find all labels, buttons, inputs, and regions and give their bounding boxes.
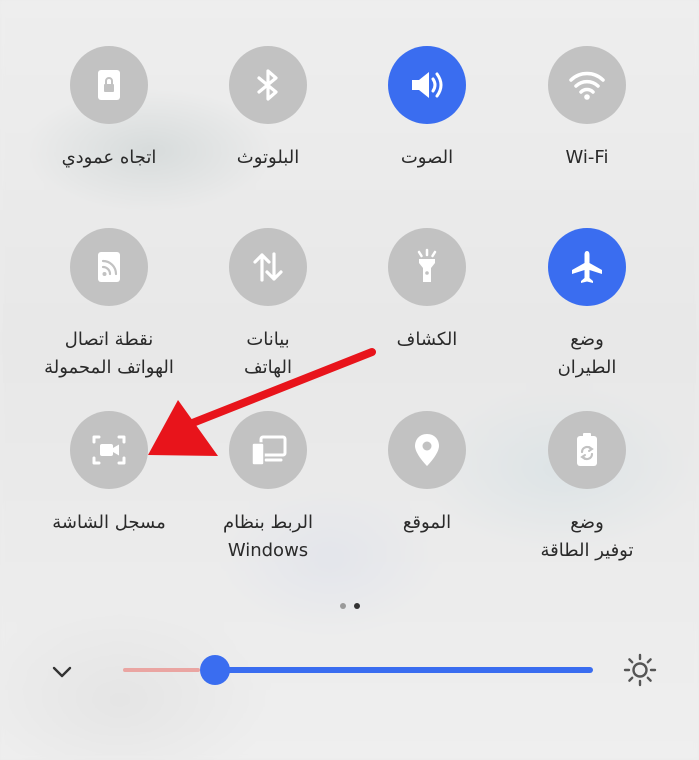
tile-portrait-orientation[interactable]: اتجاه عمودي xyxy=(34,46,184,172)
sound-button[interactable] xyxy=(388,46,466,124)
brightness-track-remaining xyxy=(215,667,593,673)
brightness-sun-icon xyxy=(623,653,657,687)
brightness-thumb[interactable] xyxy=(200,655,230,685)
flashlight-icon xyxy=(417,248,437,282)
tile-flashlight[interactable]: الكشاف xyxy=(352,228,502,354)
tile-label: نقطة اتصال الهواتف المحمولة xyxy=(44,329,174,378)
tile-airplane-mode[interactable]: وضع الطيران xyxy=(512,228,662,382)
location-button[interactable] xyxy=(388,411,466,489)
tile-label: بيانات الهاتف xyxy=(244,329,292,378)
screen-recorder-button[interactable] xyxy=(70,411,148,489)
flashlight-button[interactable] xyxy=(388,228,466,306)
tile-label: اتجاه عمودي xyxy=(61,147,157,168)
bluetooth-button[interactable] xyxy=(229,46,307,124)
airplane-icon xyxy=(572,251,602,283)
portrait-lock-icon xyxy=(98,70,120,100)
mobile-data-icon xyxy=(253,252,283,282)
chevron-down-icon[interactable] xyxy=(48,658,76,686)
sound-icon xyxy=(412,72,443,98)
portrait-lock-button[interactable] xyxy=(70,46,148,124)
link-to-windows-icon xyxy=(251,435,287,466)
tile-wifi[interactable]: Wi-Fi xyxy=(512,46,662,172)
page-dot-2[interactable] xyxy=(353,603,360,609)
tile-label: الربط بنظام Windows xyxy=(222,512,314,561)
brightness-slider[interactable] xyxy=(123,655,593,685)
wifi-icon xyxy=(569,71,605,100)
tile-label: Wi-Fi xyxy=(565,147,609,168)
tile-mobile-data[interactable]: بيانات الهاتف xyxy=(193,228,343,382)
tile-label: الكشاف xyxy=(396,329,458,350)
tile-label: الموقع xyxy=(402,512,452,533)
tile-label: مسجل الشاشة xyxy=(52,512,166,533)
wifi-button[interactable] xyxy=(548,46,626,124)
mobile-data-button[interactable] xyxy=(229,228,307,306)
link-to-windows-button[interactable] xyxy=(229,411,307,489)
tile-location[interactable]: الموقع xyxy=(352,411,502,537)
tile-label: البلوتوث xyxy=(236,147,300,168)
page-dot-1[interactable] xyxy=(339,603,346,609)
tile-sound[interactable]: الصوت xyxy=(352,46,502,172)
airplane-mode-button[interactable] xyxy=(548,228,626,306)
power-saving-button[interactable] xyxy=(548,411,626,489)
hotspot-icon xyxy=(98,252,120,282)
tile-mobile-hotspot[interactable]: نقطة اتصال الهواتف المحمولة xyxy=(34,228,184,382)
page-indicator xyxy=(0,603,699,609)
power-saving-icon xyxy=(577,433,597,466)
tile-power-saving[interactable]: وضع توفير الطاقة xyxy=(512,411,662,565)
brightness-track-filled xyxy=(123,668,200,672)
hotspot-button[interactable] xyxy=(70,228,148,306)
location-icon xyxy=(415,434,439,466)
tile-link-to-windows[interactable]: الربط بنظام Windows xyxy=(193,411,343,565)
bluetooth-icon xyxy=(257,69,278,101)
tile-screen-recorder[interactable]: مسجل الشاشة xyxy=(34,411,184,537)
tile-label: وضع توفير الطاقة xyxy=(540,512,634,561)
tile-bluetooth[interactable]: البلوتوث xyxy=(193,46,343,172)
tile-label: وضع الطيران xyxy=(557,329,617,378)
tile-label: الصوت xyxy=(400,147,454,168)
screen-recorder-icon xyxy=(92,435,126,465)
